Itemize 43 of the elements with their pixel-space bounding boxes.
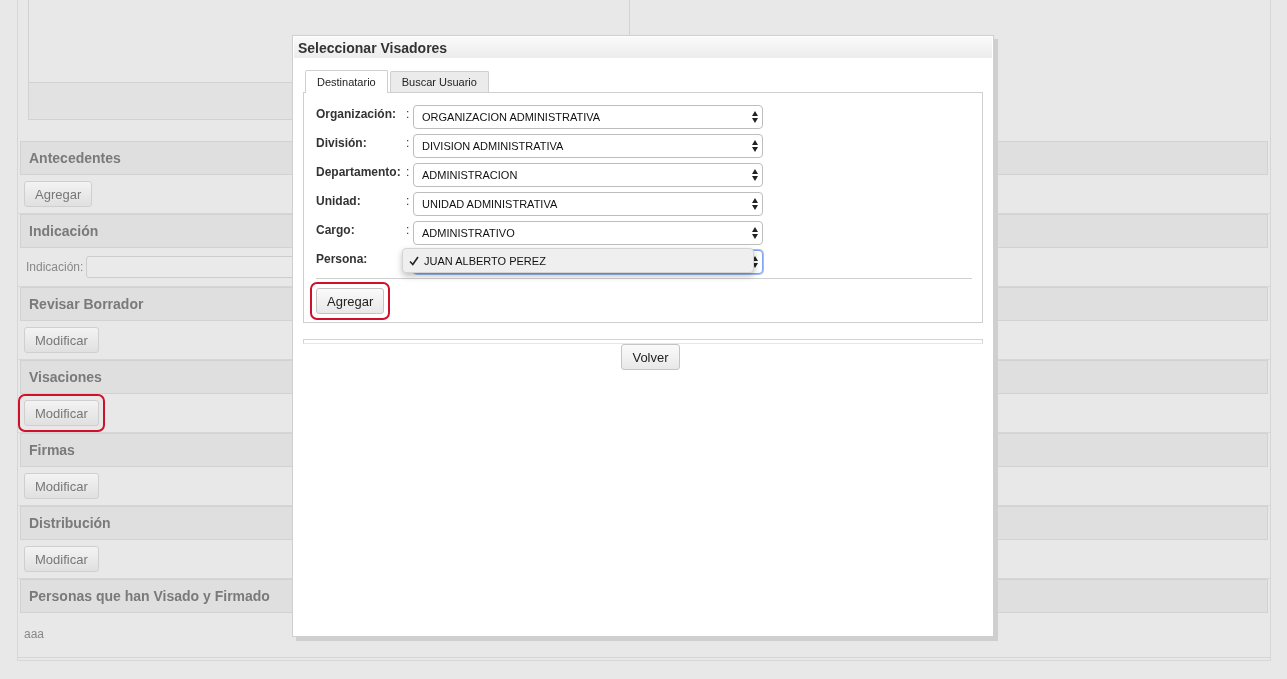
select-arrows-icon xyxy=(752,169,758,181)
select-field[interactable]: ADMINISTRATIVO xyxy=(413,221,763,245)
section-title: Distribución xyxy=(29,515,111,531)
select-arrows-icon xyxy=(752,227,758,239)
field-separator: : xyxy=(406,135,411,150)
section-text: aaa xyxy=(24,627,45,641)
add-button[interactable]: Agregar xyxy=(316,288,385,314)
field-separator: : xyxy=(406,193,411,208)
select-arrows-icon xyxy=(752,111,758,123)
select-arrows-icon xyxy=(752,256,758,268)
field-separator: : xyxy=(406,222,411,237)
field-separator: : xyxy=(406,106,411,121)
field-label: Persona: xyxy=(316,251,369,266)
dialog-title: Seleccionar Visadores xyxy=(298,39,448,56)
section-button[interactable]: Agregar xyxy=(24,181,93,207)
field-label: Indicación: xyxy=(25,260,84,274)
section-title: Revisar Borrador xyxy=(29,296,144,312)
field-label: Unidad: xyxy=(316,193,362,208)
section-title: Visaciones xyxy=(29,369,102,385)
section-title: Firmas xyxy=(29,442,75,458)
field-label: Departamento: xyxy=(316,164,402,179)
section-button[interactable]: Modificar xyxy=(24,400,99,426)
section-title: Indicación xyxy=(29,223,99,239)
tab[interactable]: Buscar Usuario xyxy=(389,71,489,92)
back-button[interactable]: Volver xyxy=(621,344,680,370)
select-field[interactable]: ORGANIZACION ADMINISTRATIVA xyxy=(413,105,763,129)
select-arrows-icon xyxy=(752,140,758,152)
dropdown-menu[interactable]: JUAN ALBERTO PEREZ xyxy=(402,248,754,273)
field-label: Cargo: xyxy=(316,222,356,237)
tab[interactable]: Destinatario xyxy=(305,70,388,93)
section-title: Personas que han Visado y Firmado xyxy=(29,588,270,604)
select-field[interactable]: DIVISION ADMINISTRATIVA xyxy=(413,134,763,158)
section-button[interactable]: Modificar xyxy=(24,473,99,499)
select-arrows-icon xyxy=(752,198,758,210)
section-button[interactable]: Modificar xyxy=(24,327,99,353)
select-field[interactable]: UNIDAD ADMINISTRATIVA xyxy=(413,192,763,216)
section-title: Antecedentes xyxy=(29,150,121,166)
section-button[interactable]: Modificar xyxy=(24,546,99,572)
field-label: División: xyxy=(316,135,368,150)
select-field[interactable]: ADMINISTRACION xyxy=(413,163,763,187)
field-label: Organización: xyxy=(316,106,397,121)
field-separator: : xyxy=(406,164,411,179)
menu-option[interactable]: JUAN ALBERTO PEREZ xyxy=(424,254,546,267)
